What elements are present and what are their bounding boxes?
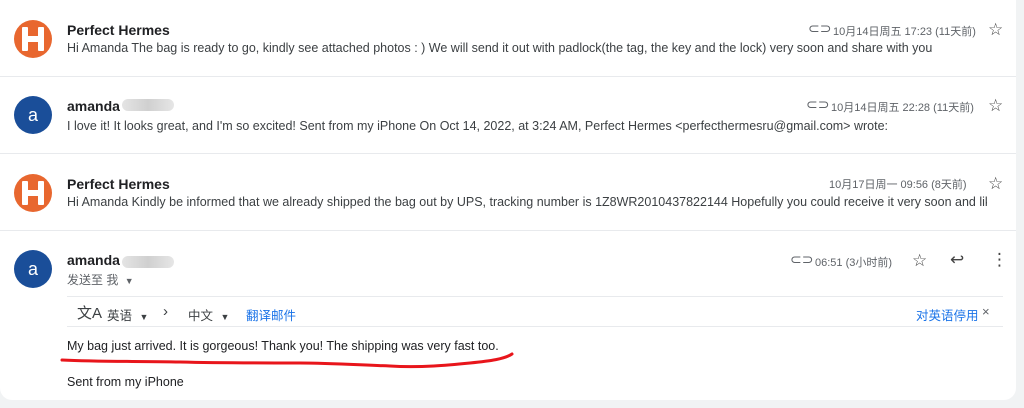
message-snippet: I love it! It looks great, and I'm so ex…	[67, 119, 888, 133]
close-icon[interactable]: ×	[982, 304, 990, 319]
attachment-icon: ⊂⊃	[790, 251, 814, 267]
email-thread: Perfect Hermes Hi Amanda The bag is read…	[0, 0, 1016, 400]
disable-translation-link[interactable]: 对英语停用	[916, 305, 979, 324]
hermes-logo-icon	[22, 181, 44, 205]
target-language-select[interactable]: 中文 ▼	[188, 305, 229, 324]
sender-name: amanda	[67, 252, 120, 268]
collapsed-message[interactable]: Perfect Hermes Hi Amanda Kindly be infor…	[0, 154, 1016, 231]
message-signature: Sent from my iPhone	[67, 375, 184, 389]
redacted-email	[122, 99, 174, 111]
avatar	[14, 174, 52, 212]
source-language: 英语	[107, 309, 133, 323]
reply-icon[interactable]: ↩	[950, 250, 964, 270]
message-date: 10月14日周五 22:28 (11天前)	[831, 102, 974, 114]
attachment-icon: ⊂⊃	[806, 96, 830, 112]
message-date: 06:51 (3小时前)	[815, 257, 893, 269]
attachment-icon: ⊂⊃	[808, 20, 832, 36]
message-snippet: Hi Amanda The bag is ready to go, kindly…	[67, 41, 935, 55]
star-icon[interactable]: ☆	[988, 20, 1003, 40]
caret-down-icon[interactable]: ▼	[125, 276, 134, 286]
sender-name: Perfect Hermes	[67, 176, 170, 192]
sender-name: Perfect Hermes	[67, 22, 170, 38]
chevron-right-icon: ›	[163, 303, 168, 320]
avatar	[14, 20, 52, 58]
caret-down-icon: ▼	[220, 312, 230, 322]
star-icon[interactable]: ☆	[988, 174, 1003, 194]
translate-bar: 文A 英语 ▼ › 中文 ▼ 翻译邮件 对英语停用 ×	[67, 296, 1003, 327]
hermes-logo-icon	[22, 27, 44, 51]
translate-icon: 文A	[77, 305, 103, 322]
more-vert-icon[interactable]: ⋮	[991, 250, 1008, 270]
message-date: 10月14日周五 17:23 (11天前)	[833, 26, 976, 38]
caret-down-icon: ▼	[139, 312, 149, 322]
recipient-line[interactable]: 发送至 我 ▼	[67, 271, 134, 288]
redacted-email	[122, 256, 174, 268]
source-language-select[interactable]: 英语 ▼	[107, 305, 148, 324]
avatar: a	[14, 96, 52, 134]
message-date: 10月17日周一 09:56 (8天前)	[829, 179, 967, 191]
red-underline-annotation	[60, 352, 514, 369]
message-snippet: Hi Amanda Kindly be informed that we alr…	[67, 195, 987, 209]
target-language: 中文	[188, 309, 214, 323]
star-icon[interactable]: ☆	[912, 251, 927, 271]
collapsed-message[interactable]: a amanda I love it! It looks great, and …	[0, 77, 1016, 154]
avatar: a	[14, 250, 52, 288]
recipient-text: 发送至 我	[67, 273, 119, 287]
star-icon[interactable]: ☆	[988, 96, 1003, 116]
sender-name: amanda	[67, 98, 120, 114]
collapsed-message[interactable]: Perfect Hermes Hi Amanda The bag is read…	[0, 0, 1016, 77]
translate-message-link[interactable]: 翻译邮件	[246, 305, 296, 324]
